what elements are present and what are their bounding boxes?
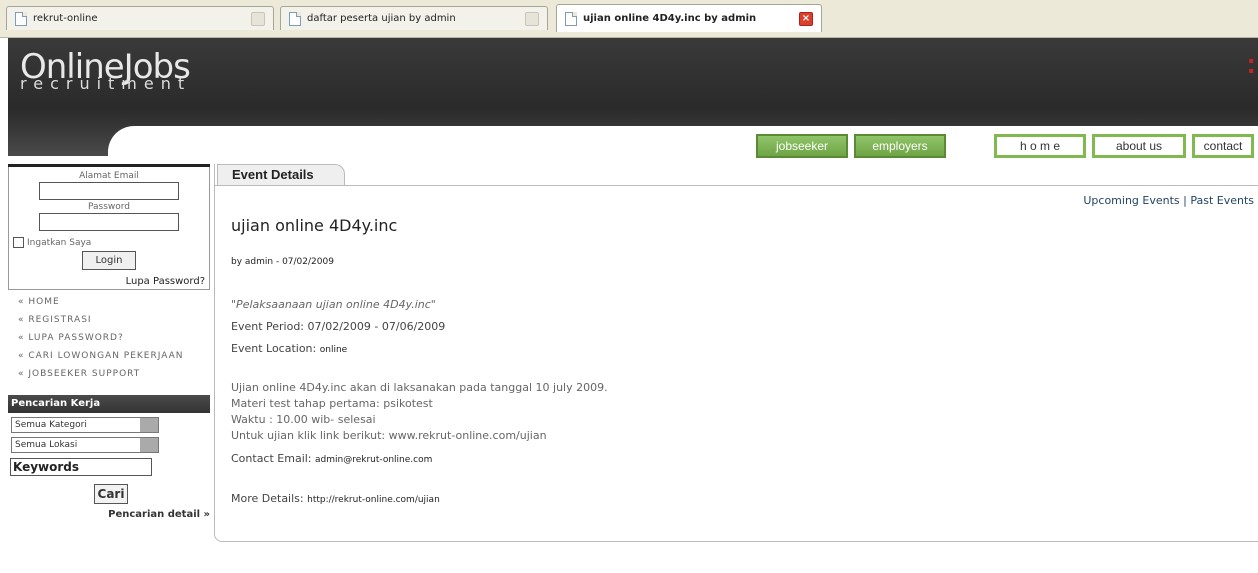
browser-tab-bar: rekrut-online daftar peserta ujian by ad…: [0, 0, 1258, 38]
tab-event-details[interactable]: Event Details: [217, 164, 345, 186]
nav-home[interactable]: h o m e: [994, 134, 1086, 158]
menu-item-jobseeker-support[interactable]: « JOBSEEKER SUPPORT: [18, 365, 210, 383]
sidebar: Alamat Email Password Ingatkan Saya Logi…: [8, 164, 210, 573]
event-period: Event Period: 07/02/2009 - 07/06/2009: [231, 320, 445, 333]
contact-label: Contact Email:: [231, 452, 312, 465]
password-label: Password: [87, 202, 131, 212]
event-quote: "Pelaksaanaan ujian online 4D4y.inc": [231, 298, 436, 311]
event-more-details: More Details: http://rekrut-online.com/u…: [231, 492, 440, 505]
site-header: OnlineJobs recruitment ▪ ▪ jobseeker empl…: [8, 38, 1258, 158]
tab-label: ujian online 4D4y.inc by admin: [583, 13, 757, 24]
event-contact: Contact Email: admin@rekrut-online.com: [231, 452, 432, 465]
events-nav-links[interactable]: Upcoming Events | Past Events: [1083, 194, 1254, 207]
remember-label: Ingatkan Saya: [27, 237, 92, 248]
event-location-value: online: [319, 345, 348, 355]
event-location-label: Event Location:: [231, 342, 317, 355]
menu-item-registrasi[interactable]: « REGISTRASI: [18, 311, 210, 329]
nav-contact[interactable]: contact: [1192, 134, 1254, 158]
event-period-label: Event Period:: [231, 320, 305, 333]
location-select[interactable]: Semua Lokasi: [11, 437, 159, 453]
more-details-link[interactable]: http://rekrut-online.com/ujian: [307, 495, 440, 505]
forgot-password-link[interactable]: Lupa Password?: [13, 276, 205, 287]
menu-item-home[interactable]: « HOME: [18, 293, 210, 311]
page-icon: [15, 11, 27, 26]
top-nav-right: h o m e about us contact: [994, 134, 1254, 158]
tab-rekrut-online[interactable]: rekrut-online: [6, 6, 274, 30]
category-select[interactable]: Semua Kategori: [11, 417, 159, 433]
tab-ujian-online[interactable]: ujian online 4D4y.inc by admin ×: [556, 4, 822, 32]
event-period-value: 07/02/2009 - 07/06/2009: [307, 320, 446, 333]
tab-divider: [215, 185, 1258, 186]
event-location: Event Location: online: [231, 342, 347, 355]
description-line: Ujian online 4D4y.inc akan di laksanakan…: [231, 381, 608, 394]
close-icon[interactable]: [525, 11, 539, 26]
main-content: Event Details Upcoming Events | Past Eve…: [214, 164, 1258, 542]
close-icon[interactable]: [251, 11, 265, 26]
search-section-title: Pencarian Kerja: [8, 395, 210, 413]
description-line: Untuk ujian klik link berikut: www.rekru…: [231, 429, 547, 442]
event-title: ujian online 4D4y.inc: [231, 216, 398, 235]
event-description: Ujian online 4D4y.inc akan di laksanakan…: [231, 380, 608, 444]
more-label: More Details:: [231, 492, 304, 505]
category-value: Semua Kategori: [15, 420, 87, 430]
top-nav-left: jobseeker employers: [756, 134, 946, 158]
nav-about[interactable]: about us: [1092, 134, 1186, 158]
nav-employers[interactable]: employers: [854, 134, 946, 158]
page-icon: [565, 11, 577, 26]
event-byline: by admin - 07/02/2009: [231, 257, 334, 267]
search-button[interactable]: Cari: [94, 484, 128, 504]
login-button[interactable]: Login: [82, 251, 136, 270]
remember-me: Ingatkan Saya: [13, 237, 205, 248]
email-label: Alamat Email: [79, 171, 139, 181]
nav-jobseeker[interactable]: jobseeker: [756, 134, 848, 158]
description-line: Waktu : 10.00 wib- selesai: [231, 413, 376, 426]
menu-item-cari-lowongan[interactable]: « CARI LOWONGAN PEKERJAAN: [18, 347, 210, 365]
close-icon[interactable]: ×: [799, 11, 813, 26]
tab-daftar-peserta[interactable]: daftar peserta ujian by admin: [280, 6, 548, 30]
description-line: Materi test tahap pertama: psikotest: [231, 397, 433, 410]
chevron-down-icon[interactable]: [140, 438, 158, 452]
chevron-down-icon[interactable]: [140, 418, 158, 432]
password-field[interactable]: [39, 213, 179, 231]
page-icon: [289, 11, 301, 26]
logo-subtext: recruitment: [20, 74, 192, 93]
site-logo[interactable]: OnlineJobs recruitment: [20, 48, 191, 93]
keywords-input[interactable]: Keywords: [10, 458, 152, 476]
header-red-marks: ▪ ▪: [1248, 56, 1254, 75]
sidebar-menu: « HOME « REGISTRASI « LUPA PASSWORD? « C…: [8, 290, 210, 383]
location-value: Semua Lokasi: [15, 440, 78, 450]
detailed-search-link[interactable]: Pencarian detail »: [8, 509, 210, 520]
remember-checkbox[interactable]: [13, 237, 24, 248]
email-field[interactable]: [39, 182, 179, 200]
tab-label: daftar peserta ujian by admin: [307, 13, 456, 24]
tab-label: rekrut-online: [33, 13, 98, 24]
menu-item-lupa-password[interactable]: « LUPA PASSWORD?: [18, 329, 210, 347]
login-box: Alamat Email Password Ingatkan Saya Logi…: [8, 167, 210, 290]
contact-email-link[interactable]: admin@rekrut-online.com: [315, 455, 432, 465]
